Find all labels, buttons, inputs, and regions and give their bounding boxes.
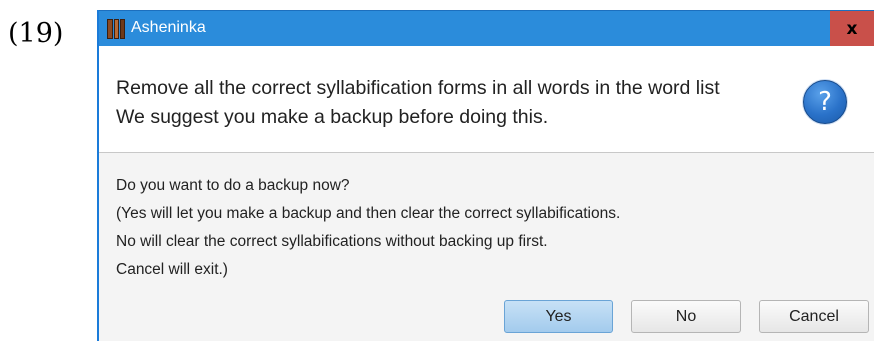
dialog-header: Remove all the correct syllabification f…: [99, 46, 874, 153]
content-question: Do you want to do a backup now?: [116, 177, 350, 194]
question-mark-glyph: ?: [818, 87, 832, 117]
content-cancel-explanation: Cancel will exit.): [116, 261, 228, 278]
close-button[interactable]: x: [830, 11, 874, 46]
no-button[interactable]: No: [631, 300, 741, 333]
window-title: Asheninka: [131, 19, 206, 36]
dialog-content: Do you want to do a backup now? (Yes wil…: [99, 153, 874, 341]
header-message-line-1: Remove all the correct syllabification f…: [116, 77, 720, 99]
header-message-line-2: We suggest you make a backup before doin…: [116, 106, 549, 128]
books-app-icon: [107, 19, 125, 39]
yes-button[interactable]: Yes: [504, 300, 613, 333]
question-icon: ?: [803, 80, 847, 124]
content-no-explanation: No will clear the correct syllabificatio…: [116, 233, 548, 250]
cancel-button[interactable]: Cancel: [759, 300, 869, 333]
example-number: (19): [8, 18, 64, 49]
content-yes-explanation: (Yes will let you make a backup and then…: [116, 205, 621, 222]
title-bar[interactable]: Asheninka x: [99, 10, 874, 46]
page: (19) Asheninka x Remove all the correct …: [0, 0, 874, 341]
confirmation-dialog: Asheninka x Remove all the correct sylla…: [97, 10, 874, 341]
